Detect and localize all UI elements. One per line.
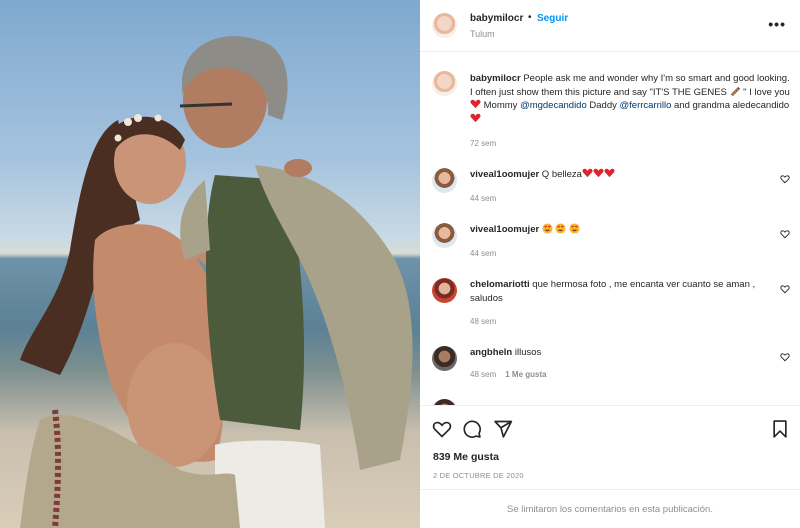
comment-username[interactable]: viveal1oomujer	[470, 224, 539, 235]
comment-like-count[interactable]: 1 Me gusta	[505, 370, 546, 379]
comment-item: viveal1oomujer 44 sem	[420, 220, 800, 270]
comment-text: angbheln illusos	[470, 347, 542, 358]
more-horizontal-icon[interactable]: •••	[768, 16, 786, 32]
comment-icon[interactable]	[462, 419, 482, 439]
red-heart-emoji-icon	[593, 168, 604, 178]
comment-like-heart-icon[interactable]	[780, 352, 790, 362]
comment-item: viveal1oomujer Q belleza 44 sem	[420, 165, 800, 215]
red-heart-emoji-icon	[470, 113, 481, 122]
comment-item: angbheln illusos 48 sem 1 Me gusta	[420, 343, 800, 393]
comment-text: viveal1oomujer	[470, 223, 790, 237]
red-heart-emoji-icon	[582, 168, 593, 178]
author-avatar[interactable]	[432, 13, 457, 38]
caption-username[interactable]: babymilocr	[470, 73, 521, 84]
comment-username[interactable]: chelomariotti	[470, 279, 530, 290]
comment-username[interactable]: angbheln	[470, 347, 512, 358]
post-header: babymilocr • Seguir Tulum •••	[420, 0, 800, 52]
comment-time: 48 sem	[470, 370, 497, 379]
comments-list[interactable]: babymilocr People ask me and wonder why …	[420, 53, 800, 405]
comment-avatar[interactable]	[432, 278, 457, 303]
post-photo[interactable]	[0, 0, 420, 528]
heart-eyes-emoji-icon	[555, 223, 566, 234]
comment-time: 44 sem	[470, 249, 497, 258]
caption-time: 72 sem	[470, 139, 497, 148]
author-username[interactable]: babymilocr	[470, 13, 523, 24]
heart-icon[interactable]	[432, 419, 452, 439]
comments-limited-notice: Se limitaron los comentarios en esta pub…	[420, 489, 800, 528]
heart-eyes-emoji-icon	[569, 223, 580, 234]
comment-time: 48 sem	[470, 317, 497, 326]
send-icon[interactable]	[493, 419, 513, 439]
header-separator: •	[528, 12, 532, 23]
red-heart-emoji-icon	[604, 168, 615, 178]
comment-item: chelomariotti que hermosa foto , me enca…	[420, 275, 800, 341]
comment-text: viveal1oomujer Q belleza	[470, 168, 790, 182]
caption-text: babymilocr People ask me and wonder why …	[470, 72, 790, 126]
caption-avatar[interactable]	[432, 71, 457, 96]
photo-illustration	[20, 36, 413, 528]
comment-text: chelomariotti que hermosa foto , me enca…	[470, 279, 756, 304]
comment-username[interactable]: viveal1oomujer	[470, 169, 539, 180]
heart-eyes-emoji-icon	[542, 223, 553, 234]
mention-mgdecandido[interactable]: @mgdecandido	[520, 100, 587, 111]
caption: babymilocr People ask me and wonder why …	[420, 65, 800, 155]
comment-avatar[interactable]	[432, 346, 457, 371]
like-count[interactable]: 839 Me gusta	[433, 451, 499, 463]
post-location[interactable]: Tulum	[470, 29, 495, 39]
comment-like-heart-icon[interactable]	[780, 284, 790, 294]
comment-like-heart-icon[interactable]	[780, 229, 790, 239]
comment-time: 44 sem	[470, 194, 497, 203]
comment-avatar[interactable]	[432, 223, 457, 248]
comment-meta: 48 sem 1 Me gusta	[470, 370, 547, 379]
post-date[interactable]: 2 DE OCTUBRE DE 2020	[433, 471, 524, 480]
comment-like-heart-icon[interactable]	[780, 174, 790, 184]
dna-emoji-icon	[730, 86, 740, 96]
post-actions: 839 Me gusta 2 DE OCTUBRE DE 2020 Se lim…	[420, 405, 800, 528]
follow-button[interactable]: Seguir	[537, 13, 568, 24]
bookmark-icon[interactable]	[770, 419, 790, 439]
post-panel: babymilocr • Seguir Tulum ••• babymilocr…	[420, 0, 800, 528]
comment-avatar[interactable]	[432, 168, 457, 193]
mention-ferrcarrillo[interactable]: @ferrcarrillo	[620, 100, 672, 111]
red-heart-emoji-icon	[470, 99, 481, 109]
